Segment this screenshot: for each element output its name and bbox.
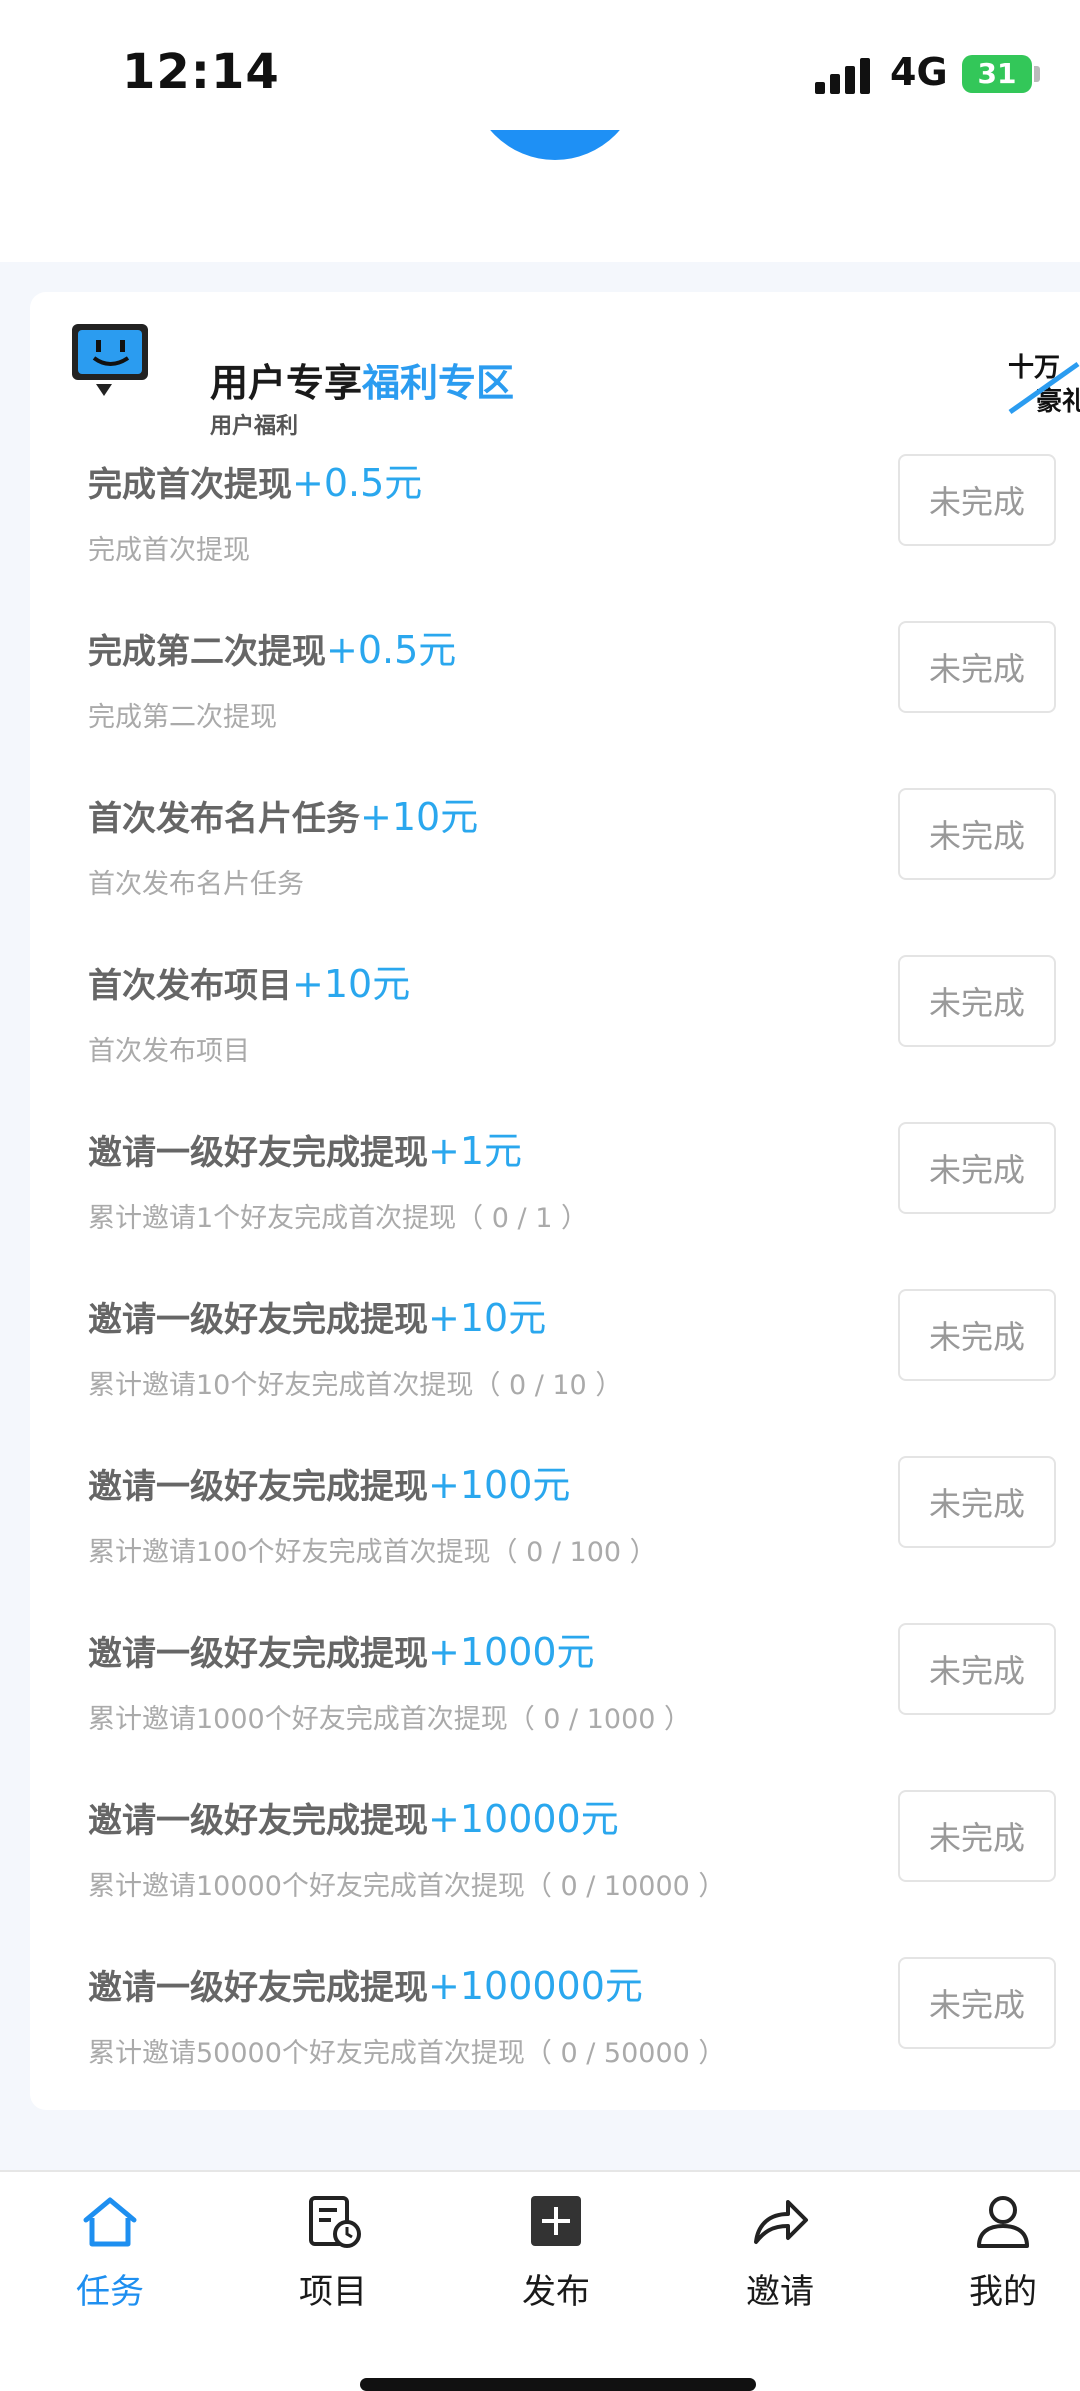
task-desc: 累计邀请1000个好友完成首次提现（ 0 / 1000 ） [88,1704,692,1735]
task-reward: +10元 [428,1296,547,1340]
home-icon [83,2197,137,2247]
tab-projects[interactable]: 项目 [253,2194,413,2344]
tab-label: 我的 [969,2272,1037,2312]
bottom-tab-bar: 任务 项目 发布 邀请 我的 [0,2170,1080,2391]
tab-label: 项目 [299,2272,367,2312]
welfare-card: 用户专享福利专区 用户福利 十万 豪礼 完成首次提现+0.5元 完成首次提现 未… [30,292,1080,2110]
task-desc: 累计邀请10个好友完成首次提现（ 0 / 10 ） [88,1370,623,1401]
tab-label: 任务 [76,2272,144,2312]
task-status-button[interactable]: 未完成 [898,955,1056,1047]
task-status-button[interactable]: 未完成 [898,621,1056,713]
status-time: 12:14 [122,44,280,100]
task-title: 邀请一级好友完成提现+1元 [88,1129,523,1173]
mascot-icon [72,324,148,396]
task-reward: +0.5元 [326,628,457,672]
tab-mine[interactable]: 我的 [923,2194,1080,2344]
card-header: 用户专享福利专区 用户福利 十万 豪礼 [70,322,1080,439]
task-reward: +1元 [428,1129,523,1173]
task-reward: +10000元 [428,1797,619,1841]
task-reward: +10元 [360,795,479,839]
tab-publish[interactable]: 发布 [476,2194,636,2344]
status-bar: 12:14 4G 31 [0,0,1080,132]
task-title: 邀请一级好友完成提现+10000元 [88,1797,619,1841]
task-row: 首次发布名片任务+10元 首次发布名片任务 未完成 [30,786,1080,953]
task-status-button[interactable]: 未完成 [898,1122,1056,1214]
task-title: 完成第二次提现+0.5元 [88,628,457,672]
task-desc: 累计邀请100个好友完成首次提现（ 0 / 100 ） [88,1537,657,1568]
task-reward: +100元 [428,1463,571,1507]
task-title: 首次发布名片任务+10元 [88,795,479,839]
task-desc: 累计邀请10000个好友完成首次提现（ 0 / 10000 ） [88,1871,726,1902]
task-row: 邀请一级好友完成提现+100000元 累计邀请50000个好友完成首次提现（ 0… [30,1955,1080,2122]
task-title: 首次发布项目+10元 [88,962,411,1006]
project-clock-icon [309,2196,361,2248]
battery-nub [1034,66,1040,82]
task-row: 邀请一级好友完成提现+1元 累计邀请1个好友完成首次提现（ 0 / 1 ） 未完… [30,1120,1080,1287]
tab-tasks[interactable]: 任务 [30,2194,190,2344]
task-status-button[interactable]: 未完成 [898,1957,1056,2049]
task-reward: +10元 [292,962,411,1006]
task-title: 邀请一级好友完成提现+100000元 [88,1964,643,2008]
svg-text:十万: 十万 [1008,353,1060,383]
battery-icon: 31 [962,55,1032,93]
task-reward: +100000元 [428,1964,643,2008]
task-desc: 累计邀请1个好友完成首次提现（ 0 / 1 ） [88,1203,588,1234]
task-desc: 首次发布名片任务 [88,869,304,900]
network-type: 4G [890,50,948,94]
tab-label: 发布 [522,2272,590,2312]
tab-invite[interactable]: 邀请 [700,2194,860,2344]
card-title-main: 用户专享 [210,361,363,405]
gift-badge-icon: 十万 豪礼 [1008,353,1080,417]
card-title-highlight: 福利专区 [362,361,515,405]
task-row: 邀请一级好友完成提现+100元 累计邀请100个好友完成首次提现（ 0 / 10… [30,1454,1080,1621]
task-row: 邀请一级好友完成提现+10000元 累计邀请10000个好友完成首次提现（ 0 … [30,1788,1080,1955]
task-desc: 完成首次提现 [88,535,250,566]
task-row: 邀请一级好友完成提现+10元 累计邀请10个好友完成首次提现（ 0 / 10 ）… [30,1287,1080,1454]
task-row: 邀请一级好友完成提现+1000元 累计邀请1000个好友完成首次提现（ 0 / … [30,1621,1080,1788]
task-status-button[interactable]: 未完成 [898,1289,1056,1381]
task-row: 完成首次提现+0.5元 完成首次提现 未完成 [30,452,1080,619]
task-reward: +0.5元 [292,461,423,505]
card-title: 用户专享福利专区 [210,352,514,407]
task-status-button[interactable]: 未完成 [898,1623,1056,1715]
task-status-button[interactable]: 未完成 [898,454,1056,546]
task-status-button[interactable]: 未完成 [898,1456,1056,1548]
task-reward: +1000元 [428,1630,595,1674]
plus-square-icon [531,2196,581,2246]
task-title: 邀请一级好友完成提现+1000元 [88,1630,595,1674]
card-subtitle: 用户福利 [210,414,299,439]
task-title: 完成首次提现+0.5元 [88,461,423,505]
user-icon [977,2196,1029,2248]
task-status-button[interactable]: 未完成 [898,1790,1056,1882]
task-row: 完成第二次提现+0.5元 完成第二次提现 未完成 [30,619,1080,786]
signal-icon [815,54,875,94]
task-row: 首次发布项目+10元 首次发布项目 未完成 [30,953,1080,1120]
task-status-button[interactable]: 未完成 [898,788,1056,880]
task-list: 完成首次提现+0.5元 完成首次提现 未完成 完成第二次提现+0.5元 完成第二… [30,452,1080,2122]
tab-label: 邀请 [746,2272,814,2312]
task-desc: 完成第二次提现 [88,702,277,733]
task-desc: 首次发布项目 [88,1036,250,1067]
share-arrow-icon [754,2200,808,2244]
task-title: 邀请一级好友完成提现+10元 [88,1296,547,1340]
home-indicator [360,2378,756,2391]
task-title: 邀请一级好友完成提现+100元 [88,1463,571,1507]
task-desc: 累计邀请50000个好友完成首次提现（ 0 / 50000 ） [88,2038,726,2069]
